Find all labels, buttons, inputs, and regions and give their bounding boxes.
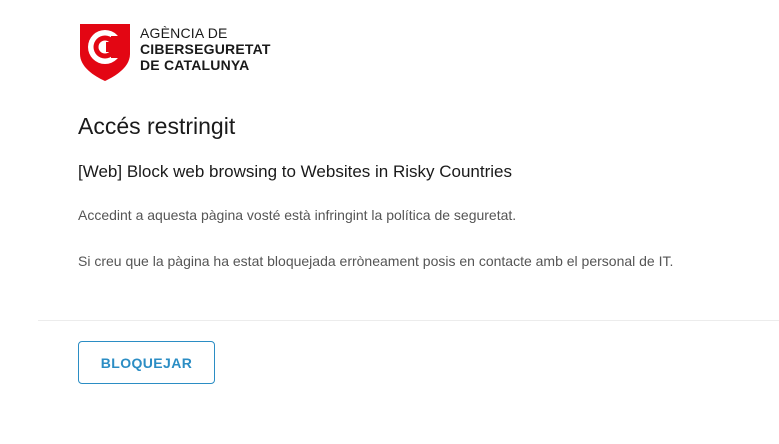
page-title: Accés restringit [78,113,236,139]
block-button[interactable]: BLOQUEJAR [78,341,215,384]
agency-logo: AGÈNCIA DE CIBERSEGURETAT DE CATALUNYA [78,20,271,82]
agency-name-line-3: DE CATALUNYA [140,57,250,73]
contact-it-message: Si creu que la pàgina ha estat bloquejad… [78,253,674,269]
divider [38,320,779,321]
agency-name-line-2: CIBERSEGURETAT [140,41,271,57]
shield-c-logo-icon [80,24,130,81]
policy-name: [Web] Block web browsing to Websites in … [78,162,512,181]
agency-name: AGÈNCIA DE CIBERSEGURETAT DE CATALUNYA [140,25,271,73]
agency-name-line-1: AGÈNCIA DE [140,25,228,41]
violation-message: Accedint a aquesta pàgina vosté està inf… [78,207,517,223]
